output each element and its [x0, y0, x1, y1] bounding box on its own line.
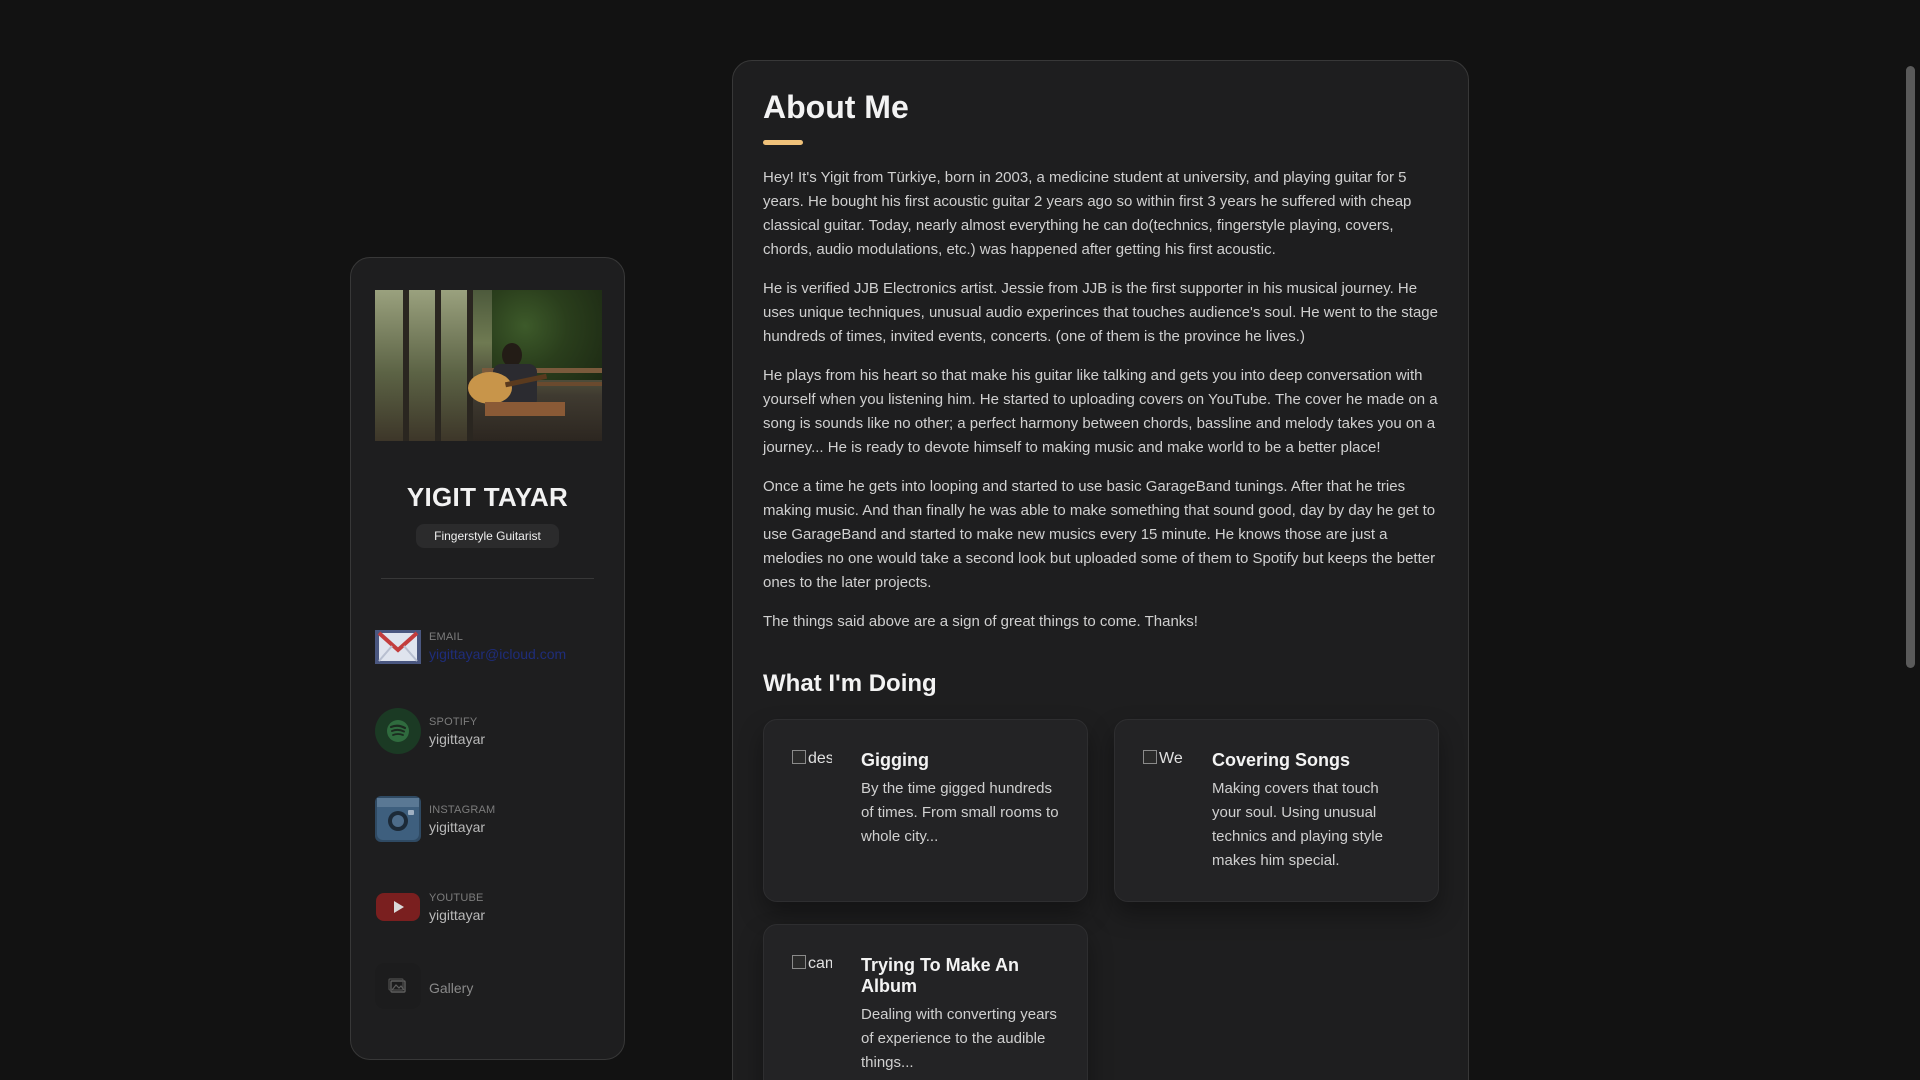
about-paragraph: He is verified JJB Electronics artist. J…: [763, 280, 1438, 345]
services-list: design icon Gigging By the time gigged h…: [763, 719, 1439, 1080]
about-text: Hey! It's Yigit from Türkiye, born in 20…: [763, 166, 1438, 634]
service-item-album: camera icon Trying To Make An Album Deal…: [763, 924, 1088, 1080]
web-development-icon: Web development icon: [1143, 750, 1183, 800]
profile-name: YIGIT TAYAR: [406, 482, 569, 512]
avatar: [375, 290, 602, 441]
gallery-label: Gallery: [429, 979, 474, 996]
contact-label: SPOTIFY: [429, 715, 478, 728]
contacts-list: EMAIL yigittayar@icloud.com SPOTIFY yigi…: [375, 607, 600, 1021]
email-link[interactable]: yigittayar@icloud.com: [429, 646, 566, 662]
separator: [381, 578, 594, 579]
spotify-handle[interactable]: yigittayar: [429, 731, 485, 747]
gallery-link[interactable]: Gallery: [375, 951, 600, 1021]
page-title: About Me: [763, 89, 909, 125]
service-text: By the time gigged hundreds of times. Fr…: [861, 780, 1059, 845]
title-underline: [763, 140, 803, 145]
contact-label: YOUTUBE: [429, 891, 484, 904]
contact-youtube: YOUTUBE yigittayar: [375, 863, 600, 951]
service-item-covering: Web development icon Covering Songs Maki…: [1114, 719, 1439, 902]
contact-spotify: SPOTIFY yigittayar: [375, 687, 600, 775]
service-title: Covering Songs: [1212, 750, 1351, 770]
youtube-icon[interactable]: [375, 884, 421, 930]
image-icon: [375, 963, 421, 1009]
service-text: Dealing with converting years of experie…: [861, 1006, 1057, 1071]
about-paragraph: The things said above are a sign of grea…: [763, 613, 1198, 630]
about-paragraph: Hey! It's Yigit from Türkiye, born in 20…: [763, 169, 1412, 258]
icon-alt-text: camera icon: [808, 955, 832, 972]
icon-alt-text: design icon: [808, 750, 832, 767]
mail-icon: [375, 630, 421, 664]
service-title: Trying To Make An Album: [861, 955, 1020, 996]
service-text: Making covers that touch your soul. Usin…: [1212, 780, 1383, 869]
services-title: What I'm Doing: [763, 670, 937, 697]
profile-title-badge: Fingerstyle Guitarist: [416, 524, 559, 548]
camera-icon: camera icon: [792, 955, 832, 1005]
contact-email: EMAIL yigittayar@icloud.com: [375, 607, 600, 687]
icon-alt-text: Web development icon: [1159, 750, 1183, 767]
design-icon: design icon: [792, 750, 832, 800]
scrollbar-thumb[interactable]: [1906, 66, 1915, 668]
contact-label: EMAIL: [429, 630, 464, 643]
about-article: About Me Hey! It's Yigit from Türkiye, b…: [732, 60, 1469, 1080]
instagram-icon[interactable]: [375, 796, 421, 842]
instagram-handle[interactable]: yigittayar: [429, 819, 495, 835]
sidebar: YIGIT TAYAR Fingerstyle Guitarist EMAIL …: [350, 257, 625, 1060]
about-paragraph: He plays from his heart so that make his…: [763, 367, 1438, 456]
youtube-handle[interactable]: yigittayar: [429, 907, 485, 923]
contact-instagram: INSTAGRAM yigittayar: [375, 775, 600, 863]
contact-label: INSTAGRAM: [429, 803, 496, 816]
spotify-icon[interactable]: [375, 708, 421, 754]
about-paragraph: Once a time he gets into looping and sta…: [763, 478, 1436, 591]
service-title: Gigging: [861, 750, 929, 770]
service-item-gigging: design icon Gigging By the time gigged h…: [763, 719, 1088, 902]
